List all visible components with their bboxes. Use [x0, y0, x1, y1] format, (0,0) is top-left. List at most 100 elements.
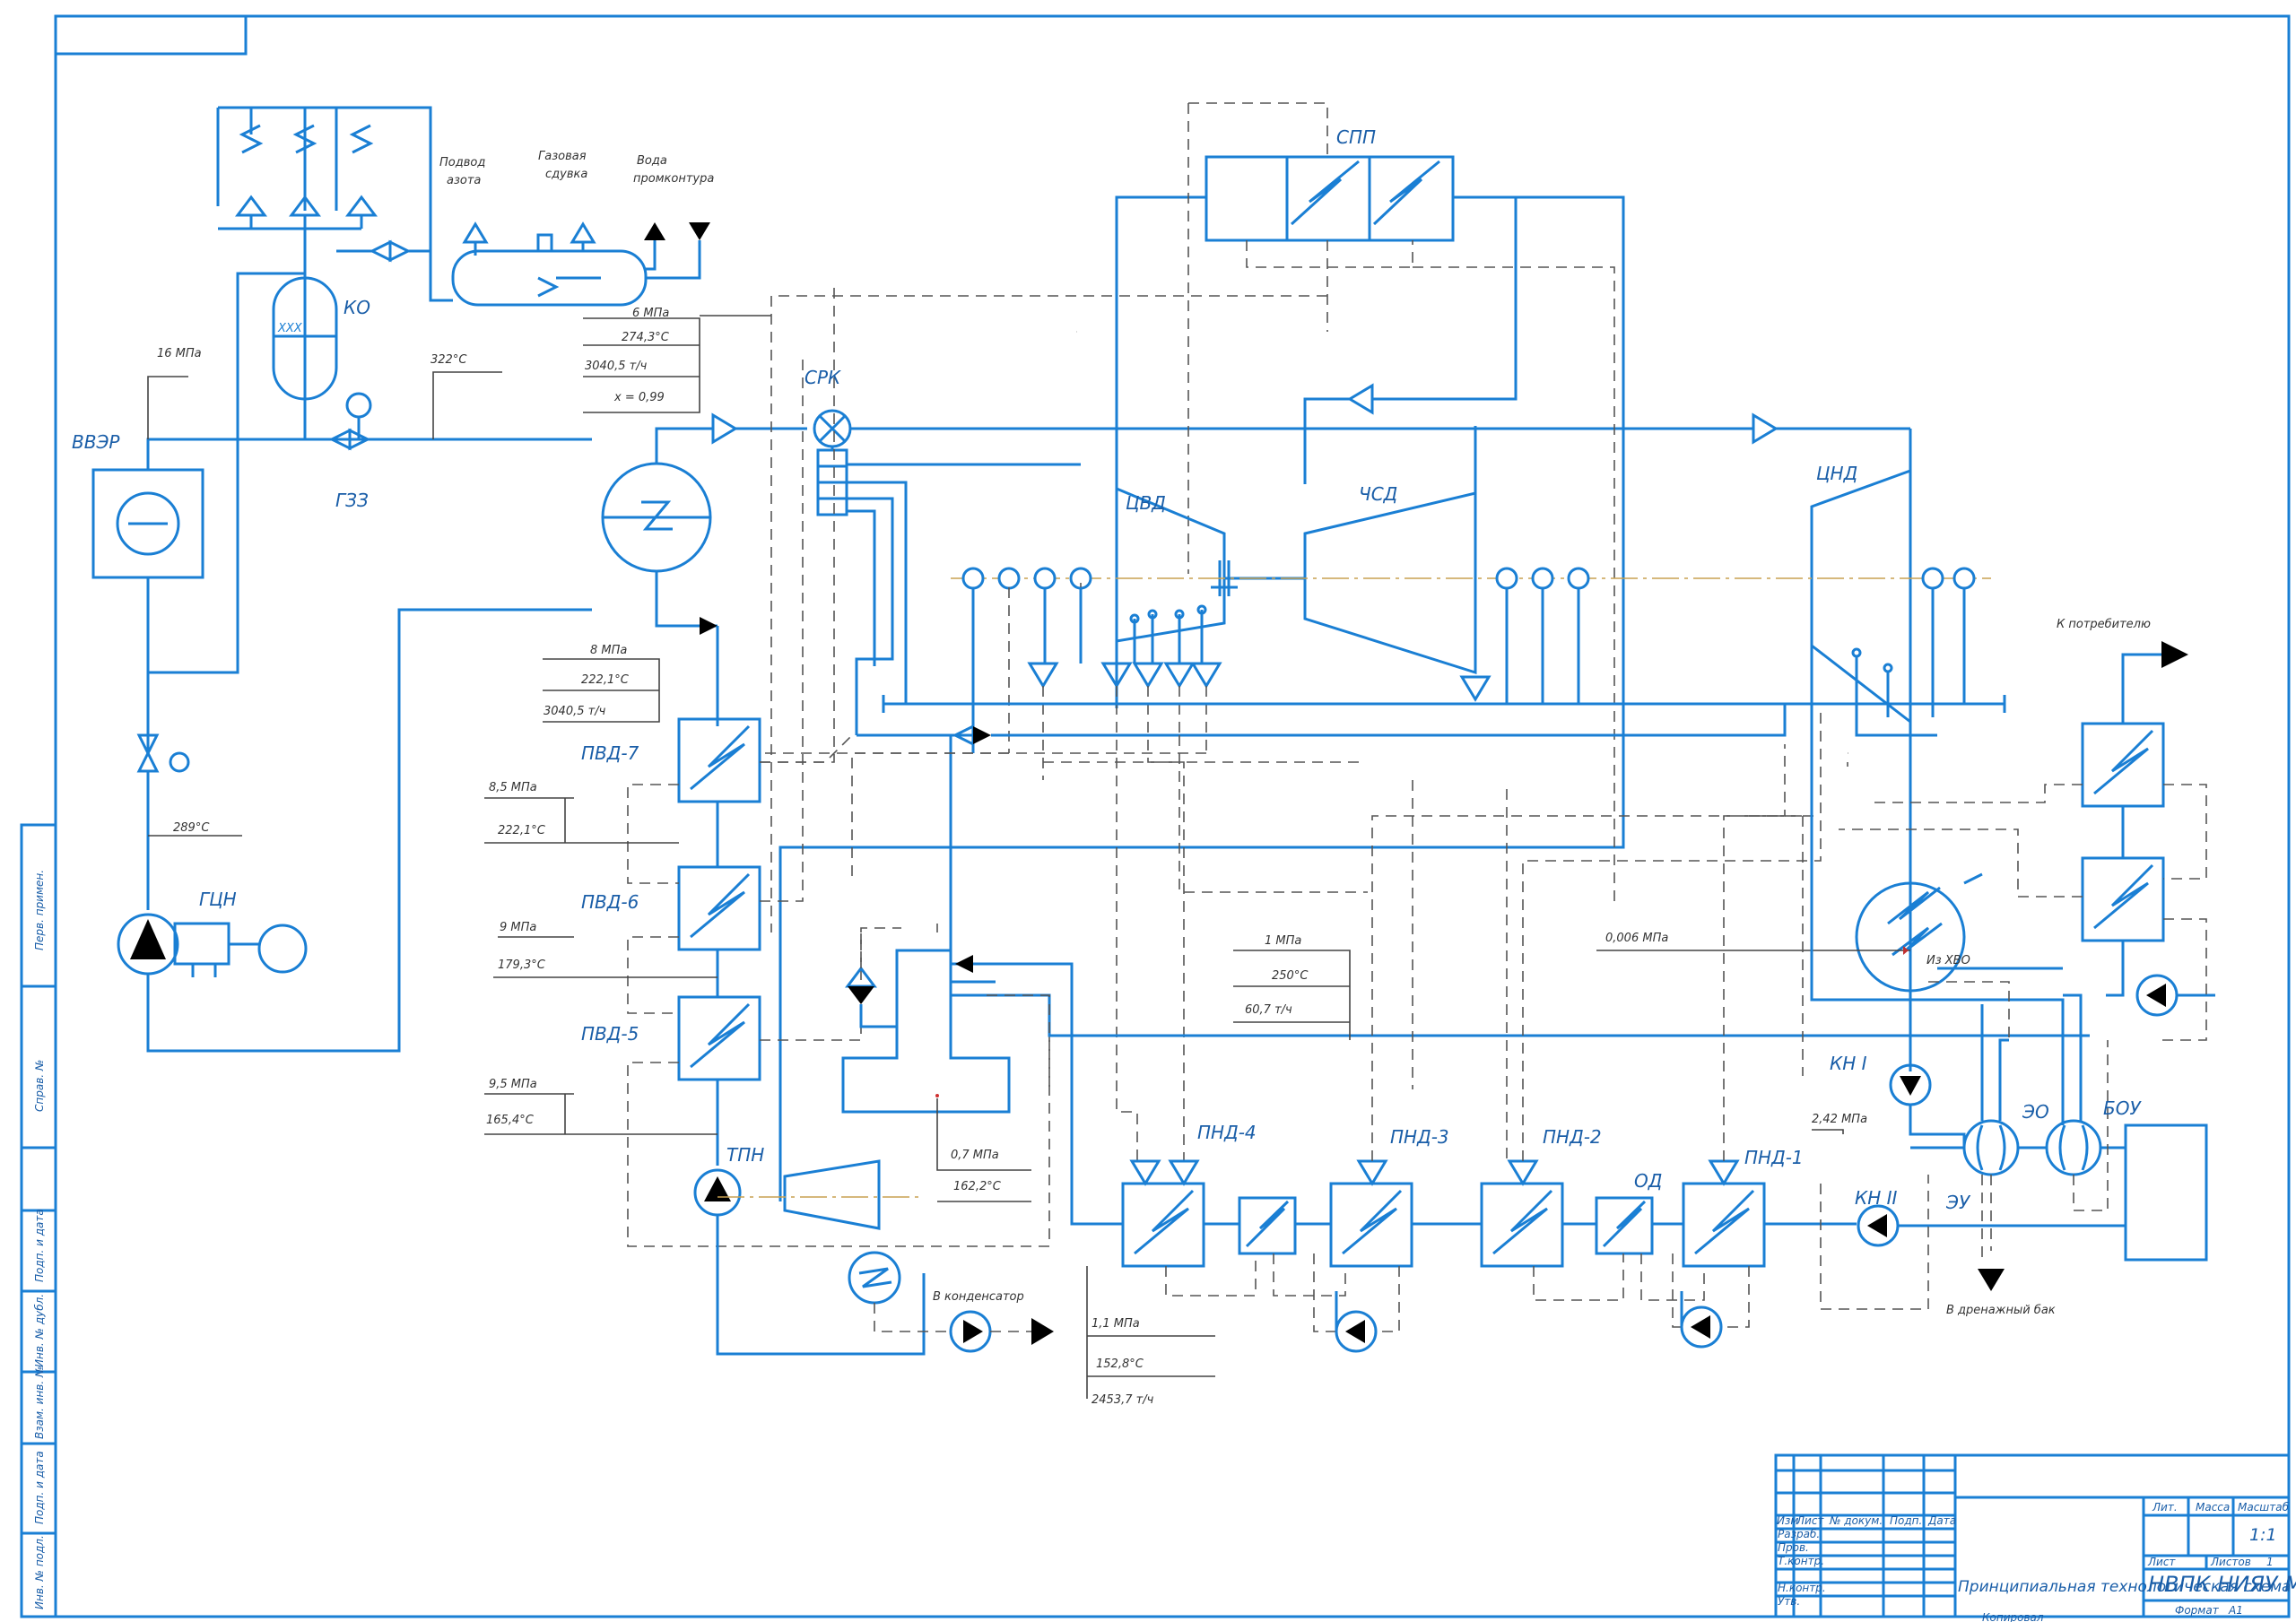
side-stamp: Перв. примен. Справ. № Подп. и дата Инв.… [20, 823, 57, 1618]
note-water-2: промконтура [633, 172, 714, 186]
stamp-h-date: Дата [1927, 1514, 1956, 1527]
ejector-cooler-eu [1962, 1119, 2020, 1176]
label-pnd1: ПНД-1 [1744, 1147, 1804, 1168]
svg-text:222,1°С: 222,1°С [498, 824, 546, 837]
condensate-params: 1,1 МПа 152,8°С 2453,7 т/ч [1086, 1266, 1215, 1407]
svg-text:1,1 МПа: 1,1 МПа [1091, 1317, 1140, 1331]
label-pvd7: ПВД-7 [581, 742, 639, 764]
pnd-3 [1329, 1182, 1413, 1268]
stamp-mass: Масса [2196, 1501, 2230, 1514]
pvd-6 [677, 865, 761, 951]
label-bou: БОУ [2103, 1097, 2142, 1119]
stamp-h-izm: Изм [1777, 1514, 1798, 1527]
gcn-motor [257, 924, 308, 974]
deaerator [841, 949, 1011, 1114]
label-gzz: ГЗЗ [335, 490, 369, 511]
svg-text:3040,5 т/ч: 3040,5 т/ч [585, 360, 648, 373]
side-stamp-3: Подп. и дата [33, 1209, 46, 1282]
stamp-row-5: Утв. [1778, 1595, 1800, 1608]
pvd7-params: 8,5 МПа 222,1°С [484, 781, 679, 844]
svg-text:1 МПа: 1 МПа [1265, 934, 1301, 948]
main-steam-params: 6 МПа 274,3°С 3040,5 т/ч x = 0,99 [583, 307, 771, 413]
stamp-h-doc: № докум. [1829, 1514, 1883, 1527]
side-stamp-7: Инв. № подл. [33, 1535, 46, 1609]
note-consumer: К потребителю [2057, 618, 2151, 631]
label-pnd4: ПНД-4 [1197, 1122, 1257, 1143]
label-tpn: ТПН [726, 1144, 764, 1166]
stamp-h-list: Лист [1796, 1514, 1824, 1527]
pvd-5 [677, 995, 761, 1081]
svg-text:274,3°С: 274,3°С [622, 331, 670, 344]
label-gcn: ГЦН [199, 889, 237, 910]
svg-text:8 МПа: 8 МПа [590, 644, 627, 657]
tpn-p: 0,7 МПа [951, 1149, 999, 1162]
side-stamp-6: Подп. и дата [33, 1451, 46, 1524]
note-gas-1: Газовая [538, 150, 587, 163]
param-p-kn: 2,42 МПа [1812, 1113, 1867, 1126]
note-nitrogen-1: Подвод [439, 156, 485, 169]
note-to-condenser: В конденсатор [933, 1290, 1024, 1304]
svg-text:8,5 МПа: 8,5 МПа [489, 781, 537, 794]
svg-text:9,5 МПа: 9,5 МПа [489, 1078, 537, 1091]
label-od: ОД [1634, 1170, 1662, 1192]
stamp-format: Формат [2175, 1604, 2220, 1617]
title-block: Изм Лист № докум. Подп. Дата Разраб. Про… [1774, 1453, 2296, 1622]
tpn-t: 162,2°С [953, 1180, 1002, 1193]
turbine-csd [1303, 491, 1477, 675]
svg-text:9 МПа: 9 МПа [500, 921, 536, 934]
note-drain-tank: В дренажный бак [1946, 1304, 2056, 1317]
bubbler-tank [451, 249, 648, 307]
label-kn1: КН I [1830, 1053, 1867, 1074]
stamp-copied: Копировал [1982, 1611, 2044, 1622]
svg-text:x = 0,99: x = 0,99 [613, 391, 665, 404]
label-vvzr: ВВЭР [72, 431, 120, 453]
label-pnd2: ПНД-2 [1543, 1126, 1602, 1148]
frame-corner-box [54, 14, 248, 56]
side-stamp-2: Справ. № [33, 1060, 46, 1112]
note-gas-2: сдувка [545, 168, 587, 181]
stamp-row-3: Т.контр. [1778, 1555, 1824, 1567]
svg-text:XXX: XXX [277, 322, 303, 335]
label-eo: ЭО [2022, 1101, 2049, 1123]
label-pvd5: ПВД-5 [581, 1023, 639, 1045]
consumer-heater-2 [2081, 856, 2165, 942]
stamp-format-v: А1 [2228, 1604, 2243, 1617]
pvd-7 [677, 717, 761, 803]
od-cooler [1595, 1196, 1654, 1255]
param-p16: 16 МПа [157, 347, 202, 360]
svg-text:3040,5 т/ч: 3040,5 т/ч [544, 705, 606, 718]
svg-text:165,4°С: 165,4°С [486, 1114, 535, 1127]
label-kn2: КН II [1855, 1187, 1897, 1209]
svg-text:60,7 т/ч: 60,7 т/ч [1245, 1003, 1292, 1017]
stamp-sheet: Лист [2147, 1556, 2176, 1568]
param-t322: 322°С [430, 353, 467, 367]
note-hvo: Из ХВО [1926, 954, 1970, 967]
pnd-4 [1121, 1182, 1205, 1268]
stamp-sheets: Листов [2210, 1556, 2251, 1568]
note-water-1: Вода [637, 154, 667, 168]
stamp-row-2: Пров. [1778, 1541, 1809, 1554]
side-stamp-1: Перв. примен. [33, 870, 46, 950]
stamp-scale: 1:1 [2249, 1525, 2277, 1545]
label-eu: ЭУ [1945, 1192, 1971, 1213]
pvd5-params: 9,5 МПа 165,4°С [484, 1078, 718, 1135]
pnd-2 [1480, 1182, 1564, 1268]
side-stamp-4: Инв. № дубл. [33, 1294, 46, 1367]
label-spp: СПП [1336, 126, 1376, 148]
process-diagram: Перв. примен. Справ. № Подп. и дата Инв.… [20, 14, 2296, 1622]
label-pnd3: ПНД-3 [1390, 1126, 1449, 1148]
stamp-row-4: Н.контр. [1778, 1582, 1826, 1594]
bou-unit [2124, 1123, 2208, 1262]
deaerator-params: 1 МПа 250°С 60,7 т/ч [1233, 934, 1351, 1040]
label-cnd: ЦНД [1816, 463, 1857, 484]
ejector-cooler-eo [2045, 1119, 2102, 1176]
pnd-1 [1682, 1182, 1766, 1268]
label-srk: СРК [804, 367, 841, 388]
tpn-turbine [783, 1159, 881, 1230]
label-ko: КО [344, 297, 370, 318]
param-p-cond: 0,006 МПа [1605, 932, 1668, 945]
stamp-lit: Лит. [2152, 1501, 2178, 1514]
spp-moisture-separator [1205, 155, 1455, 242]
param-t289: 289°С [173, 821, 210, 835]
fw-out-params: 8 МПа 222,1°С 3040,5 т/ч [543, 644, 660, 723]
